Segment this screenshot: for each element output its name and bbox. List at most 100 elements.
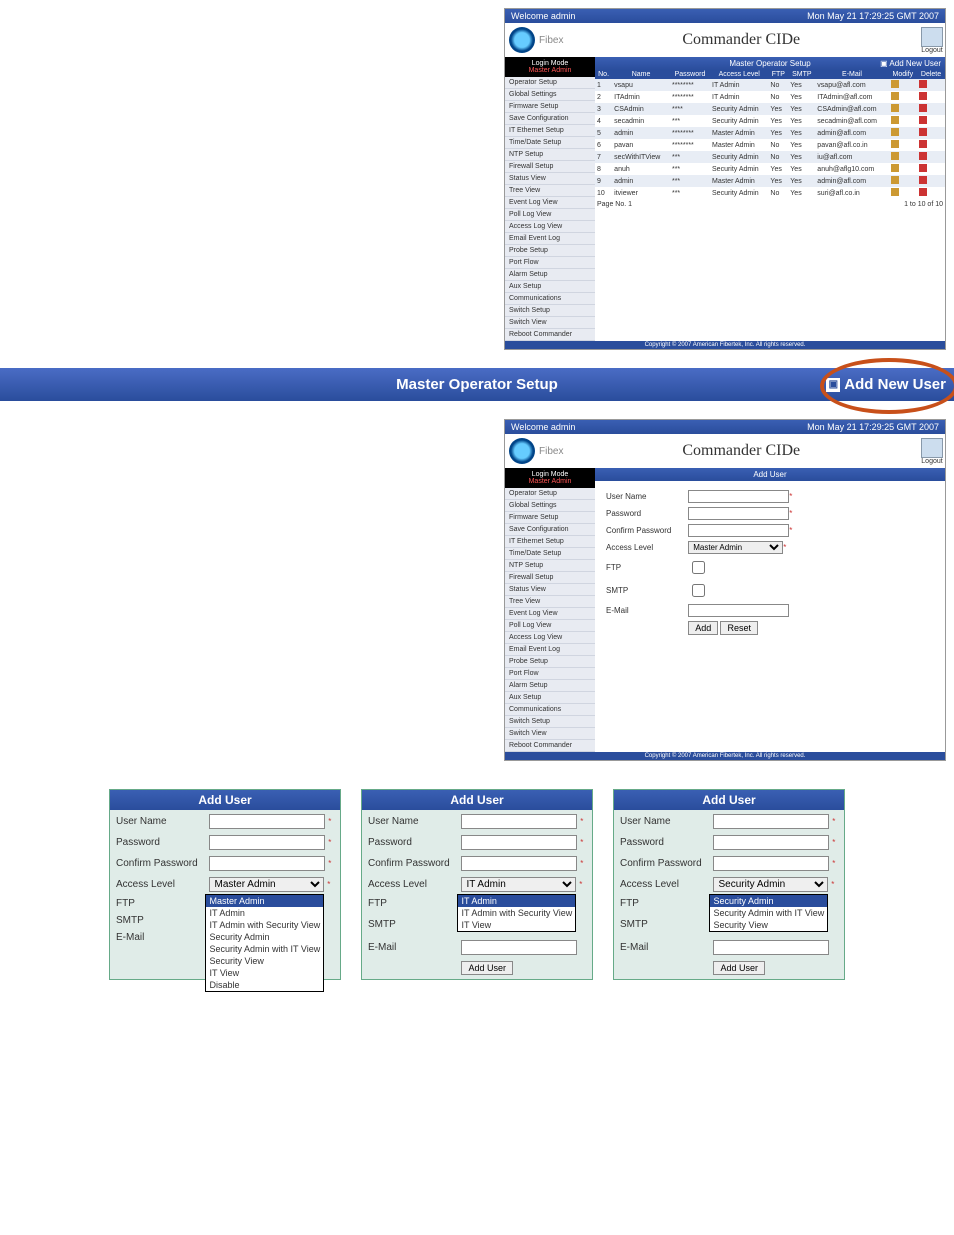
delete-icon[interactable] — [919, 188, 927, 196]
sidebar-item[interactable]: Poll Log View — [505, 620, 595, 632]
reset-button[interactable]: Reset — [720, 621, 758, 635]
sidebar-item[interactable]: Email Event Log — [505, 233, 595, 245]
sidebar-item[interactable]: Tree View — [505, 596, 595, 608]
delete-icon[interactable] — [919, 176, 927, 184]
add-new-user-link[interactable]: ▣ Add New User — [880, 59, 941, 68]
delete-icon[interactable] — [919, 104, 927, 112]
sidebar-item[interactable]: Event Log View — [505, 197, 595, 209]
sidebar-item[interactable]: Time/Date Setup — [505, 137, 595, 149]
delete-icon[interactable] — [919, 116, 927, 124]
access-level-select[interactable]: Master Admin — [688, 541, 783, 554]
dropdown-option[interactable]: IT Admin with Security View — [206, 919, 323, 931]
edit-icon[interactable] — [891, 152, 899, 160]
sidebar-item[interactable]: Aux Setup — [505, 281, 595, 293]
add-user-button[interactable]: Add User — [461, 961, 513, 975]
sidebar-item[interactable]: Probe Setup — [505, 656, 595, 668]
sidebar-item[interactable]: Global Settings — [505, 500, 595, 512]
sidebar-item[interactable]: Save Configuration — [505, 113, 595, 125]
sidebar-item[interactable]: Poll Log View — [505, 209, 595, 221]
confirm-password-input[interactable] — [688, 524, 789, 537]
dropdown-option[interactable]: IT Admin — [206, 907, 323, 919]
add-user-panel-master: Add User User Name * Password * Confirm … — [109, 789, 341, 980]
access-level-select-security[interactable]: Security Admin — [713, 877, 828, 892]
ftp-checkbox[interactable] — [692, 561, 705, 574]
sidebar-item[interactable]: Alarm Setup — [505, 680, 595, 692]
sidebar-item[interactable]: Communications — [505, 704, 595, 716]
edit-icon[interactable] — [891, 128, 899, 136]
dropdown-option[interactable]: Security Admin with IT View — [710, 907, 827, 919]
add-user-button[interactable]: Add User — [713, 961, 765, 975]
sidebar-item[interactable]: Aux Setup — [505, 692, 595, 704]
edit-icon[interactable] — [891, 116, 899, 124]
delete-icon[interactable] — [919, 140, 927, 148]
password-input[interactable] — [688, 507, 789, 520]
access-level-select-it[interactable]: IT Admin — [461, 877, 576, 892]
sidebar-item[interactable]: Communications — [505, 293, 595, 305]
dropdown-option[interactable]: Security Admin — [710, 895, 827, 907]
dropdown-option[interactable]: IT View — [206, 967, 323, 979]
sidebar-item[interactable]: Tree View — [505, 185, 595, 197]
edit-icon[interactable] — [891, 164, 899, 172]
edit-icon[interactable] — [891, 140, 899, 148]
screenshot-operator-setup: Welcome adminMon May 21 17:29:25 GMT 200… — [504, 8, 946, 350]
sidebar-item[interactable]: NTP Setup — [505, 560, 595, 572]
sidebar-item[interactable]: Port Flow — [505, 257, 595, 269]
sidebar-item[interactable]: Event Log View — [505, 608, 595, 620]
sidebar-item[interactable]: Save Configuration — [505, 524, 595, 536]
sidebar-item[interactable]: Access Log View — [505, 221, 595, 233]
sidebar-item[interactable]: Firewall Setup — [505, 161, 595, 173]
username-input[interactable] — [688, 490, 789, 503]
sidebar-item[interactable]: Operator Setup — [505, 77, 595, 89]
email-input[interactable] — [688, 604, 789, 617]
sidebar-item[interactable]: Status View — [505, 173, 595, 185]
sidebar-item[interactable]: Access Log View — [505, 632, 595, 644]
delete-icon[interactable] — [919, 164, 927, 172]
delete-icon[interactable] — [919, 92, 927, 100]
edit-icon[interactable] — [891, 104, 899, 112]
dropdown-option[interactable]: IT Admin with Security View — [458, 907, 575, 919]
sidebar: Login ModeMaster Admin Operator SetupGlo… — [505, 57, 595, 341]
dropdown-option[interactable]: IT View — [458, 919, 575, 931]
edit-icon[interactable] — [891, 80, 899, 88]
add-new-user-button[interactable]: ▣Add New User — [826, 376, 946, 393]
access-level-select-master[interactable]: Master Admin — [209, 877, 324, 892]
sidebar-item[interactable]: IT Ethernet Setup — [505, 536, 595, 548]
dropdown-option[interactable]: Security View — [206, 955, 323, 967]
sidebar-item[interactable]: Firmware Setup — [505, 512, 595, 524]
screenshot-add-user: Welcome adminMon May 21 17:29:25 GMT 200… — [504, 419, 946, 761]
delete-icon[interactable] — [919, 152, 927, 160]
add-button[interactable]: Add — [688, 621, 718, 635]
dropdown-option[interactable]: Security Admin with IT View — [206, 943, 323, 955]
sidebar-item[interactable]: Switch Setup — [505, 716, 595, 728]
dropdown-option[interactable]: IT Admin — [458, 895, 575, 907]
smtp-checkbox[interactable] — [692, 584, 705, 597]
edit-icon[interactable] — [891, 188, 899, 196]
sidebar-item[interactable]: Alarm Setup — [505, 269, 595, 281]
sidebar-item[interactable]: Firmware Setup — [505, 101, 595, 113]
sidebar-item[interactable]: IT Ethernet Setup — [505, 125, 595, 137]
sidebar-item[interactable]: Switch Setup — [505, 305, 595, 317]
sidebar-item[interactable]: Global Settings — [505, 89, 595, 101]
sidebar-item[interactable]: Operator Setup — [505, 488, 595, 500]
sidebar-item[interactable]: Switch View — [505, 317, 595, 329]
add-user-panel-it: Add User User Name * Password * Confirm … — [361, 789, 593, 980]
sidebar-item[interactable]: NTP Setup — [505, 149, 595, 161]
sidebar-item[interactable]: Email Event Log — [505, 644, 595, 656]
dropdown-option[interactable]: Security Admin — [206, 931, 323, 943]
dropdown-option[interactable]: Security View — [710, 919, 827, 931]
dropdown-option[interactable]: Master Admin — [206, 895, 323, 907]
user-table: No.NamePasswordAccess LevelFTPSMTPE-Mail… — [595, 70, 945, 199]
sidebar-item[interactable]: Port Flow — [505, 668, 595, 680]
edit-icon[interactable] — [891, 176, 899, 184]
sidebar-item[interactable]: Reboot Commander — [505, 329, 595, 341]
sidebar-item[interactable]: Reboot Commander — [505, 740, 595, 752]
sidebar-item[interactable]: Switch View — [505, 728, 595, 740]
sidebar-item[interactable]: Time/Date Setup — [505, 548, 595, 560]
delete-icon[interactable] — [919, 80, 927, 88]
edit-icon[interactable] — [891, 92, 899, 100]
sidebar-item[interactable]: Status View — [505, 584, 595, 596]
delete-icon[interactable] — [919, 128, 927, 136]
dropdown-option[interactable]: Disable — [206, 979, 323, 991]
sidebar-item[interactable]: Probe Setup — [505, 245, 595, 257]
sidebar-item[interactable]: Firewall Setup — [505, 572, 595, 584]
